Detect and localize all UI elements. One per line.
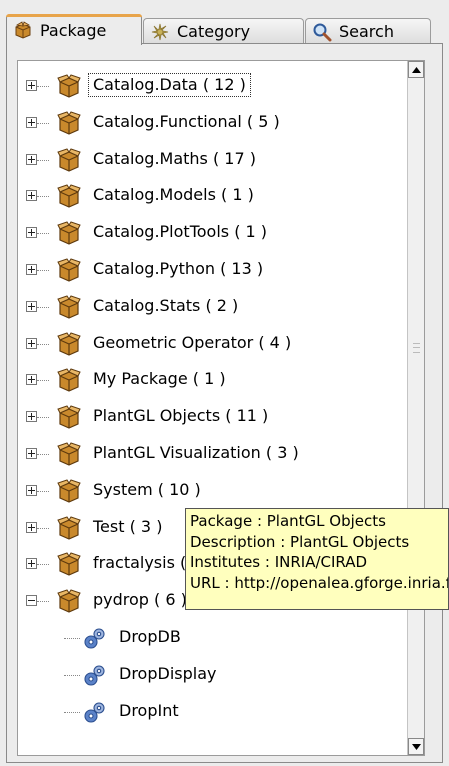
expand-icon[interactable]: [26, 411, 37, 423]
package-icon: [56, 588, 82, 614]
tree-child-item[interactable]: DropDisplay: [18, 657, 408, 693]
package-icon: [56, 147, 82, 173]
category-icon: [150, 22, 170, 42]
tree-item[interactable]: PlantGL Objects ( 11 ): [18, 399, 408, 435]
tree-child-label: DropDisplay: [119, 663, 217, 683]
tree-item-label: PlantGL Visualization ( 3 ): [93, 443, 299, 462]
tree-item[interactable]: Catalog.Models ( 1 ): [18, 178, 408, 214]
expand-icon[interactable]: [26, 80, 37, 91]
tooltip-institutes-line: Institutes : INRIA/CIRAD: [190, 553, 368, 571]
tab-search[interactable]: Search: [305, 18, 431, 44]
collapse-icon[interactable]: [26, 595, 37, 607]
package-icon: [56, 220, 82, 246]
tab-category-label: Category: [177, 22, 251, 41]
package-icon: [56, 367, 82, 393]
tree-item[interactable]: Catalog.Functional ( 5 ): [18, 105, 408, 141]
tree-item-label: Catalog.Python ( 13 ): [93, 259, 264, 278]
expand-icon[interactable]: [26, 153, 37, 165]
package-icon: [56, 294, 82, 320]
tree-child-label: DropInt: [119, 700, 179, 720]
search-icon: [312, 22, 332, 42]
tree-item[interactable]: Catalog.PlotTools ( 1 ): [18, 215, 408, 251]
expand-icon[interactable]: [26, 116, 37, 128]
package-icon: [56, 110, 82, 136]
node-icon: [82, 662, 108, 688]
expand-icon[interactable]: [26, 484, 37, 496]
tree-item-label: Catalog.PlotTools ( 1 ): [93, 222, 268, 242]
tooltip-package-line: Package : PlantGL Objects: [190, 512, 386, 530]
tree-child-label: DropDB: [119, 627, 181, 646]
tree-item[interactable]: Catalog.Python ( 13 ): [18, 252, 408, 288]
node-icon: [82, 625, 108, 651]
tree-item-label: Catalog.Models ( 1 ): [93, 185, 254, 205]
tab-package-label: Package: [40, 20, 107, 40]
expand-icon[interactable]: [26, 337, 37, 349]
tree-item[interactable]: My Package ( 1 ): [18, 362, 408, 398]
tree-item-label: Catalog.Stats ( 2 ): [93, 295, 239, 315]
tree-item[interactable]: PlantGL Visualization ( 3 ): [18, 436, 408, 472]
tab-bar: Package Category Search: [6, 14, 446, 45]
package-icon: [56, 404, 82, 430]
expand-icon[interactable]: [26, 190, 37, 202]
expand-icon[interactable]: [26, 558, 37, 570]
tree-item[interactable]: Geometric Operator ( 4 ): [18, 326, 408, 362]
arrow-up-icon: [411, 66, 421, 73]
package-icon: [56, 331, 82, 357]
package-icon: [56, 478, 82, 504]
tree-item-label: PlantGL Objects ( 11 ): [93, 406, 269, 426]
package-icon: [56, 515, 82, 541]
tree-item-label: System ( 10 ): [93, 479, 201, 499]
node-icon: [82, 699, 108, 725]
scroll-grip-icon: [413, 343, 420, 353]
scroll-down-button[interactable]: [408, 738, 424, 755]
expand-icon[interactable]: [26, 300, 37, 312]
package-icon: [56, 73, 82, 99]
tree-item[interactable]: Catalog.Maths ( 17 ): [18, 142, 408, 178]
tree-item-label: Catalog.Data ( 12 ): [88, 73, 251, 97]
tab-category[interactable]: Category: [143, 18, 304, 44]
tree-item[interactable]: Catalog.Data ( 12 ): [18, 68, 408, 104]
tree-item-label: Geometric Operator ( 4 ): [93, 332, 292, 352]
package-icon: [56, 441, 82, 467]
vertical-scrollbar[interactable]: [407, 61, 424, 755]
tree-item[interactable]: Catalog.Stats ( 2 ): [18, 289, 408, 325]
package-icon: [13, 20, 33, 40]
tree-child-item[interactable]: DropDB: [18, 620, 408, 656]
tooltip-url-line: URL : http://openalea.gforge.inria.fr: [190, 573, 449, 592]
tree-item-label: pydrop ( 6 ): [93, 590, 187, 610]
tree-item-label: Test ( 3 ): [93, 516, 163, 536]
package-icon: [56, 183, 82, 209]
expand-icon[interactable]: [26, 374, 37, 386]
package-tree[interactable]: Catalog.Data ( 12 ) Catalog.Functional ( …: [17, 60, 425, 756]
expand-icon[interactable]: [26, 448, 37, 459]
package-icon: [56, 551, 82, 577]
scroll-up-button[interactable]: [408, 61, 424, 78]
tree-item-label: Catalog.Functional ( 5 ): [93, 111, 280, 131]
tab-package[interactable]: Package: [6, 14, 142, 45]
package-icon: [56, 257, 82, 283]
tooltip-description-line: Description : PlantGL Objects: [190, 532, 410, 551]
package-panel: Catalog.Data ( 12 ) Catalog.Functional ( …: [6, 43, 443, 763]
expand-icon[interactable]: [26, 264, 37, 275]
tab-search-label: Search: [339, 22, 394, 41]
package-tooltip: Package : PlantGL Objects Description : …: [185, 508, 449, 610]
tree-item-label: Catalog.Maths ( 17 ): [93, 148, 256, 168]
tree-child-item[interactable]: DropInt: [18, 694, 408, 730]
expand-icon[interactable]: [26, 227, 37, 239]
arrow-down-icon: [411, 743, 421, 750]
expand-icon[interactable]: [26, 521, 37, 533]
tree-item[interactable]: System ( 10 ): [18, 473, 408, 509]
tree-item-label: My Package ( 1 ): [93, 369, 226, 389]
